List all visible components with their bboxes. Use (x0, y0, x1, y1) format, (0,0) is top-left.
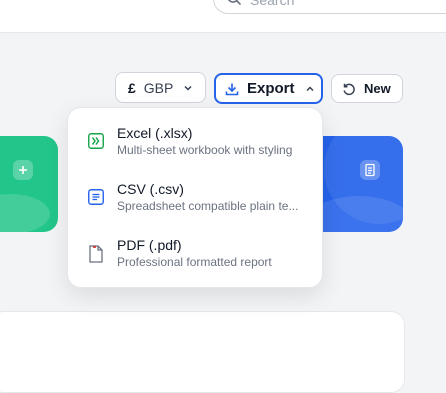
summary-card-green (0, 136, 58, 232)
export-excel-description: Multi-sheet workbook with styling (117, 143, 293, 157)
new-button[interactable]: New (331, 74, 403, 103)
export-csv-description: Spreadsheet compatible plain te... (117, 199, 299, 213)
chevron-up-icon (305, 85, 314, 91)
refresh-icon (343, 83, 355, 95)
search-placeholder: Search (250, 0, 295, 8)
currency-select[interactable]: £ GBP (115, 72, 206, 103)
export-menu: Excel (.xlsx) Multi-sheet workbook with … (67, 107, 323, 288)
currency-symbol: £ (128, 79, 136, 96)
download-icon (225, 83, 239, 95)
excel-file-icon (88, 133, 104, 149)
pdf-file-icon (89, 245, 103, 263)
csv-file-icon (88, 189, 104, 205)
export-pdf-option[interactable]: PDF (.pdf) Professional formatted report (68, 227, 322, 283)
new-label: New (364, 81, 391, 96)
export-csv-title: CSV (.csv) (117, 181, 184, 197)
export-label: Export (247, 80, 295, 97)
search-box[interactable]: Search (213, 0, 446, 14)
content-panel (0, 311, 405, 393)
search-icon (228, 0, 242, 6)
export-button[interactable]: Export (214, 73, 323, 104)
chevron-down-icon (184, 85, 192, 91)
export-excel-option[interactable]: Excel (.xlsx) Multi-sheet workbook with … (68, 115, 322, 171)
export-excel-title: Excel (.xlsx) (117, 125, 193, 141)
plus-icon (13, 160, 33, 180)
currency-code: GBP (143, 79, 174, 96)
export-pdf-title: PDF (.pdf) (117, 237, 182, 253)
export-csv-option[interactable]: CSV (.csv) Spreadsheet compatible plain … (68, 171, 322, 227)
export-pdf-description: Professional formatted report (117, 255, 272, 269)
top-bar: Search (0, 0, 446, 33)
document-icon (360, 160, 380, 180)
